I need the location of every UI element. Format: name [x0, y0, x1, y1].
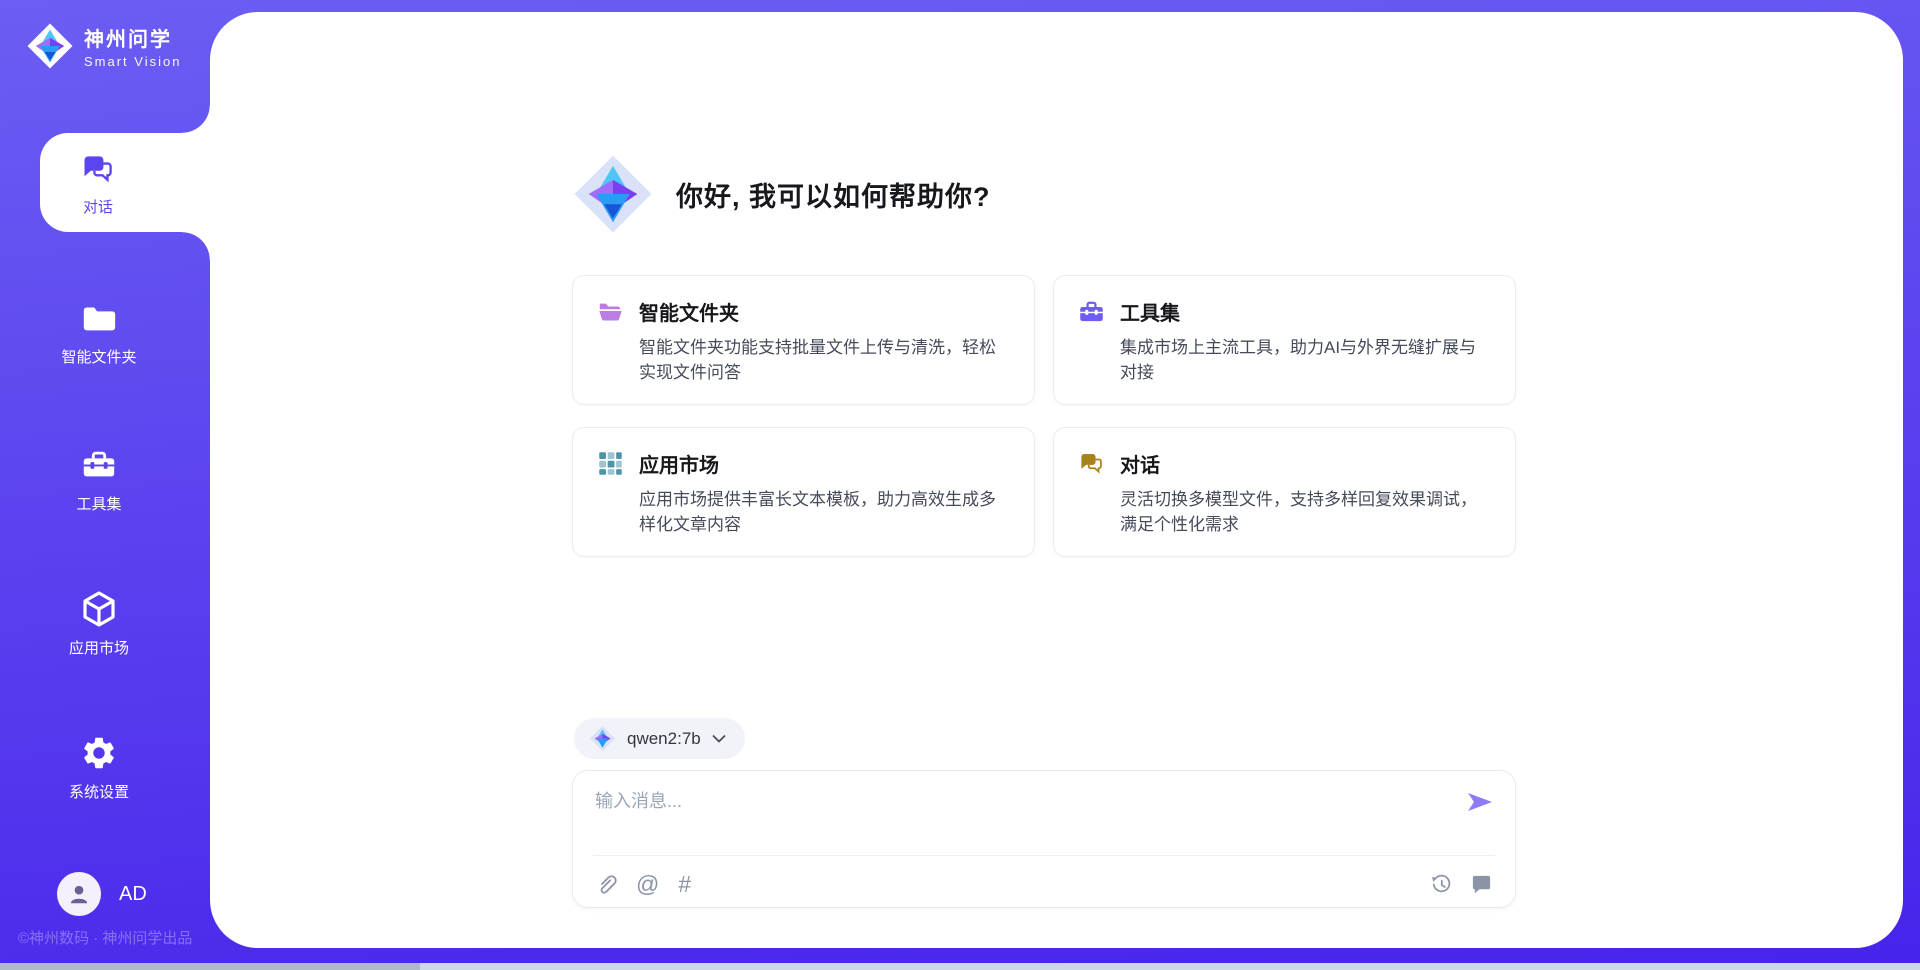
brand-logo: 神州问学 Smart Vision — [26, 22, 181, 70]
composer-divider — [593, 855, 1495, 856]
sidebar-item-label: 系统设置 — [69, 781, 129, 802]
attachment-icon[interactable] — [597, 872, 617, 896]
send-icon[interactable] — [1465, 789, 1495, 815]
card-title: 智能文件夹 — [639, 297, 739, 326]
card-description: 灵活切换多模型文件，支持多样回复效果调试，满足个性化需求 — [1120, 487, 1491, 537]
user-name: AD — [119, 883, 147, 906]
gear-icon — [79, 733, 119, 773]
sidebar: 神州问学 Smart Vision 对话 智能文件夹 — [0, 0, 210, 970]
chevron-down-icon — [712, 734, 726, 743]
user-icon — [66, 881, 92, 907]
toolbox-icon — [1078, 298, 1105, 325]
horizontal-scrollbar — [0, 963, 1920, 970]
history-icon[interactable] — [1430, 873, 1453, 896]
avatar — [57, 872, 101, 916]
folder-open-icon — [597, 298, 624, 325]
grid-icon — [597, 450, 624, 477]
model-selector[interactable]: qwen2:7b — [574, 718, 745, 759]
sidebar-item-label: 应用市场 — [69, 637, 129, 658]
sidebar-item-app-market[interactable]: 应用市场 — [0, 589, 198, 658]
sidebar-item-chat[interactable]: 对话 — [40, 133, 210, 232]
card-title: 工具集 — [1120, 297, 1180, 326]
model-logo-icon — [589, 725, 616, 752]
card-description: 智能文件夹功能支持批量文件上传与清洗，轻松实现文件问答 — [639, 335, 1010, 385]
user-menu[interactable]: AD — [57, 872, 147, 916]
brand-diamond-icon — [26, 22, 74, 70]
card-description: 集成市场上主流工具，助力AI与外界无缝扩展与对接 — [1120, 335, 1491, 385]
message-input[interactable] — [595, 787, 1425, 845]
card-title: 应用市场 — [639, 449, 719, 478]
message-composer: @ # — [572, 770, 1516, 908]
cube-icon — [79, 589, 119, 629]
main-panel: 你好, 我可以如何帮助你? 智能文件夹 智能文件夹功能支持批量文件上传与清洗，轻… — [210, 12, 1903, 948]
brand-name: 神州问学 — [84, 23, 181, 52]
sidebar-item-label: 工具集 — [76, 493, 121, 514]
greeting: 你好, 我可以如何帮助你? — [572, 153, 991, 235]
copyright-text: ©神州数码 · 神州问学出品 — [18, 927, 192, 948]
card-title: 对话 — [1120, 449, 1160, 478]
card-description: 应用市场提供丰富长文本模板，助力高效生成多样化文章内容 — [639, 487, 1010, 537]
toolbox-icon — [79, 445, 119, 485]
card-chat[interactable]: 对话 灵活切换多模型文件，支持多样回复效果调试，满足个性化需求 — [1053, 427, 1516, 557]
chat-bubble-icon[interactable] — [1470, 873, 1493, 896]
card-smart-folder[interactable]: 智能文件夹 智能文件夹功能支持批量文件上传与清洗，轻松实现文件问答 — [572, 275, 1035, 405]
sidebar-item-toolset[interactable]: 工具集 — [0, 445, 198, 514]
greeting-text: 你好, 我可以如何帮助你? — [676, 175, 991, 214]
mention-icon[interactable]: @ — [636, 873, 659, 896]
chat-icon — [1078, 450, 1105, 477]
sidebar-item-label: 智能文件夹 — [61, 346, 136, 367]
chat-icon — [78, 149, 118, 189]
sidebar-item-smart-folder[interactable]: 智能文件夹 — [0, 298, 198, 367]
card-app-market[interactable]: 应用市场 应用市场提供丰富长文本模板，助力高效生成多样化文章内容 — [572, 427, 1035, 557]
hashtag-icon[interactable]: # — [678, 873, 691, 896]
feature-cards: 智能文件夹 智能文件夹功能支持批量文件上传与清洗，轻松实现文件问答 工具集 集成… — [572, 275, 1516, 557]
card-toolset[interactable]: 工具集 集成市场上主流工具，助力AI与外界无缝扩展与对接 — [1053, 275, 1516, 405]
sidebar-item-label: 对话 — [83, 196, 113, 217]
brand-subtitle: Smart Vision — [84, 54, 181, 69]
folder-icon — [79, 298, 119, 338]
model-name: qwen2:7b — [627, 729, 701, 749]
scrollbar-thumb[interactable] — [0, 963, 420, 970]
sidebar-item-settings[interactable]: 系统设置 — [0, 733, 198, 802]
assistant-logo-icon — [572, 153, 654, 235]
